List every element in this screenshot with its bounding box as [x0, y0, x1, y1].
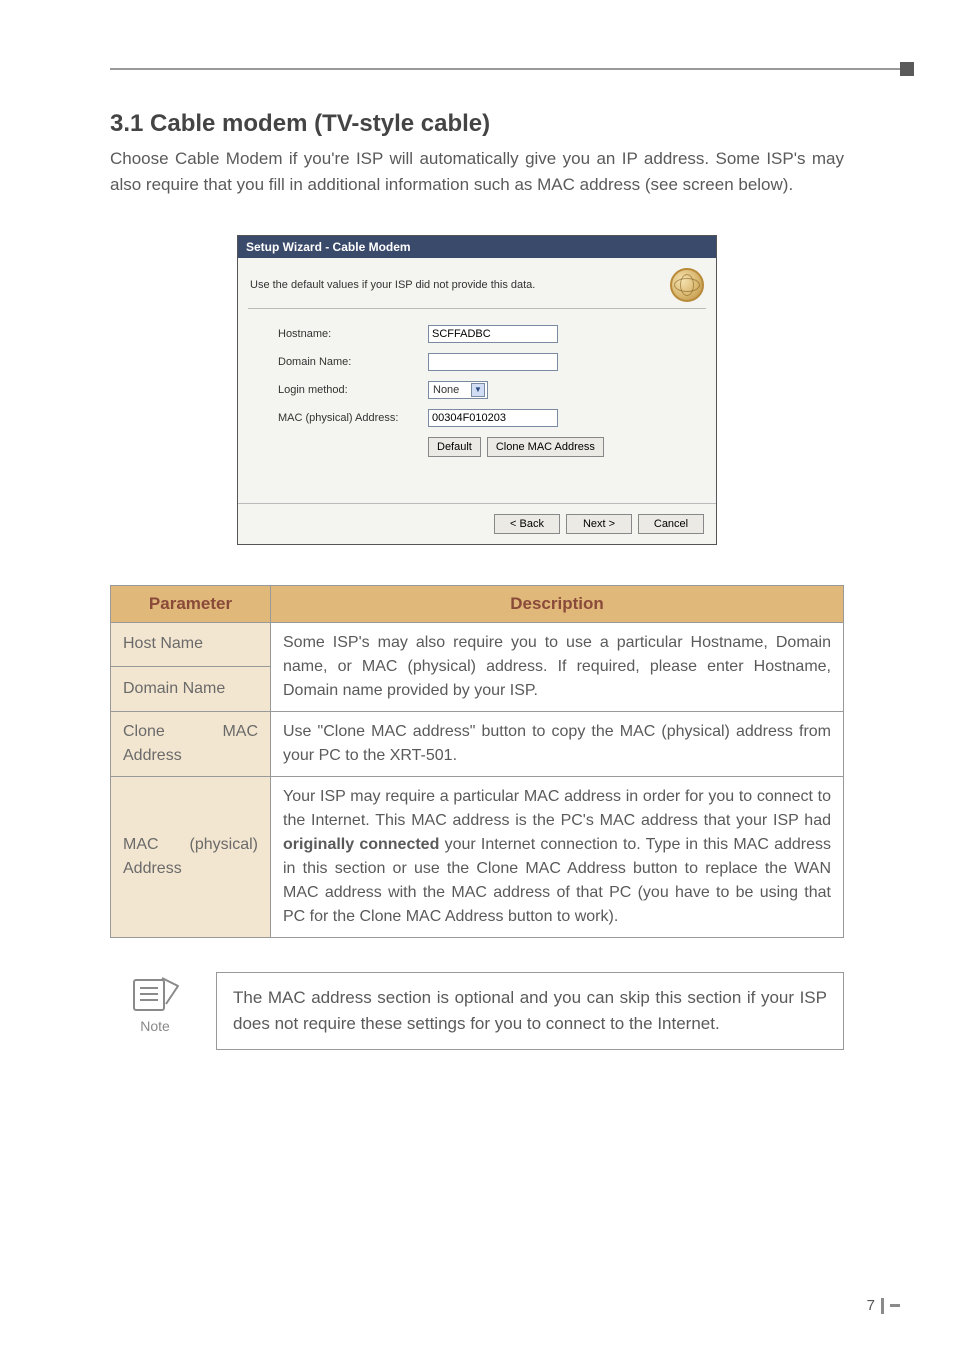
param-domain-name: Domain Name [111, 667, 271, 712]
desc-clone-mac: Use "Clone MAC address" button to copy t… [271, 711, 844, 776]
wizard-subtitle: Use the default values if your ISP did n… [250, 279, 535, 291]
header-rule [110, 68, 906, 70]
domain-name-input[interactable] [428, 353, 558, 371]
login-method-value: None [433, 384, 459, 396]
page-number-bar-icon [881, 1298, 884, 1314]
parameter-table: Parameter Description Host Name Some ISP… [110, 585, 844, 938]
table-row: Clone MAC Address Use "Clone MAC address… [111, 711, 844, 776]
login-method-label: Login method: [278, 384, 428, 396]
param-mac-physical: MAC (physical) Address [111, 776, 271, 937]
mac-address-input[interactable] [428, 409, 558, 427]
note-label: Note [140, 1018, 170, 1034]
wizard-title-bar: Setup Wizard - Cable Modem [238, 236, 716, 258]
setup-wizard-dialog: Setup Wizard - Cable Modem Use the defau… [237, 235, 717, 545]
header-description: Description [271, 585, 844, 622]
note-icon-box: Note [110, 972, 200, 1051]
clone-mac-button[interactable]: Clone MAC Address [487, 437, 604, 457]
param-host-name: Host Name [111, 622, 271, 667]
desc-host-domain: Some ISP's may also require you to use a… [271, 622, 844, 711]
default-button[interactable]: Default [428, 437, 481, 457]
cancel-button[interactable]: Cancel [638, 514, 704, 534]
table-row: Host Name Some ISP's may also require yo… [111, 622, 844, 667]
globe-icon [670, 268, 704, 302]
header-square-icon [900, 62, 914, 76]
domain-name-label: Domain Name: [278, 356, 428, 368]
param-clone-mac: Clone MAC Address [111, 711, 271, 776]
table-header-row: Parameter Description [111, 585, 844, 622]
hostname-input[interactable] [428, 325, 558, 343]
note-text: The MAC address section is optional and … [216, 972, 844, 1051]
header-parameter: Parameter [111, 585, 271, 622]
login-method-select[interactable]: None ▼ [428, 381, 488, 399]
page-number-tick-icon [890, 1304, 900, 1307]
wizard-form: Hostname: Domain Name: Login method: Non… [238, 309, 716, 503]
table-row: MAC (physical) Address Your ISP may requ… [111, 776, 844, 937]
back-button[interactable]: < Back [494, 514, 560, 534]
next-button[interactable]: Next > [566, 514, 632, 534]
page-content: 3.1 Cable modem (TV-style cable) Choose … [0, 0, 954, 1050]
note-block: Note The MAC address section is optional… [110, 972, 844, 1051]
section-intro: Choose Cable Modem if you're ISP will au… [110, 146, 844, 199]
page-number: 7 [867, 1297, 900, 1314]
desc-mac-physical: Your ISP may require a particular MAC ad… [271, 776, 844, 937]
note-icon [128, 972, 182, 1016]
hostname-label: Hostname: [278, 328, 428, 340]
chevron-down-icon: ▼ [471, 383, 485, 397]
section-heading: 3.1 Cable modem (TV-style cable) [110, 110, 844, 138]
wizard-footer: < Back Next > Cancel [238, 503, 716, 544]
mac-address-label: MAC (physical) Address: [278, 412, 428, 424]
